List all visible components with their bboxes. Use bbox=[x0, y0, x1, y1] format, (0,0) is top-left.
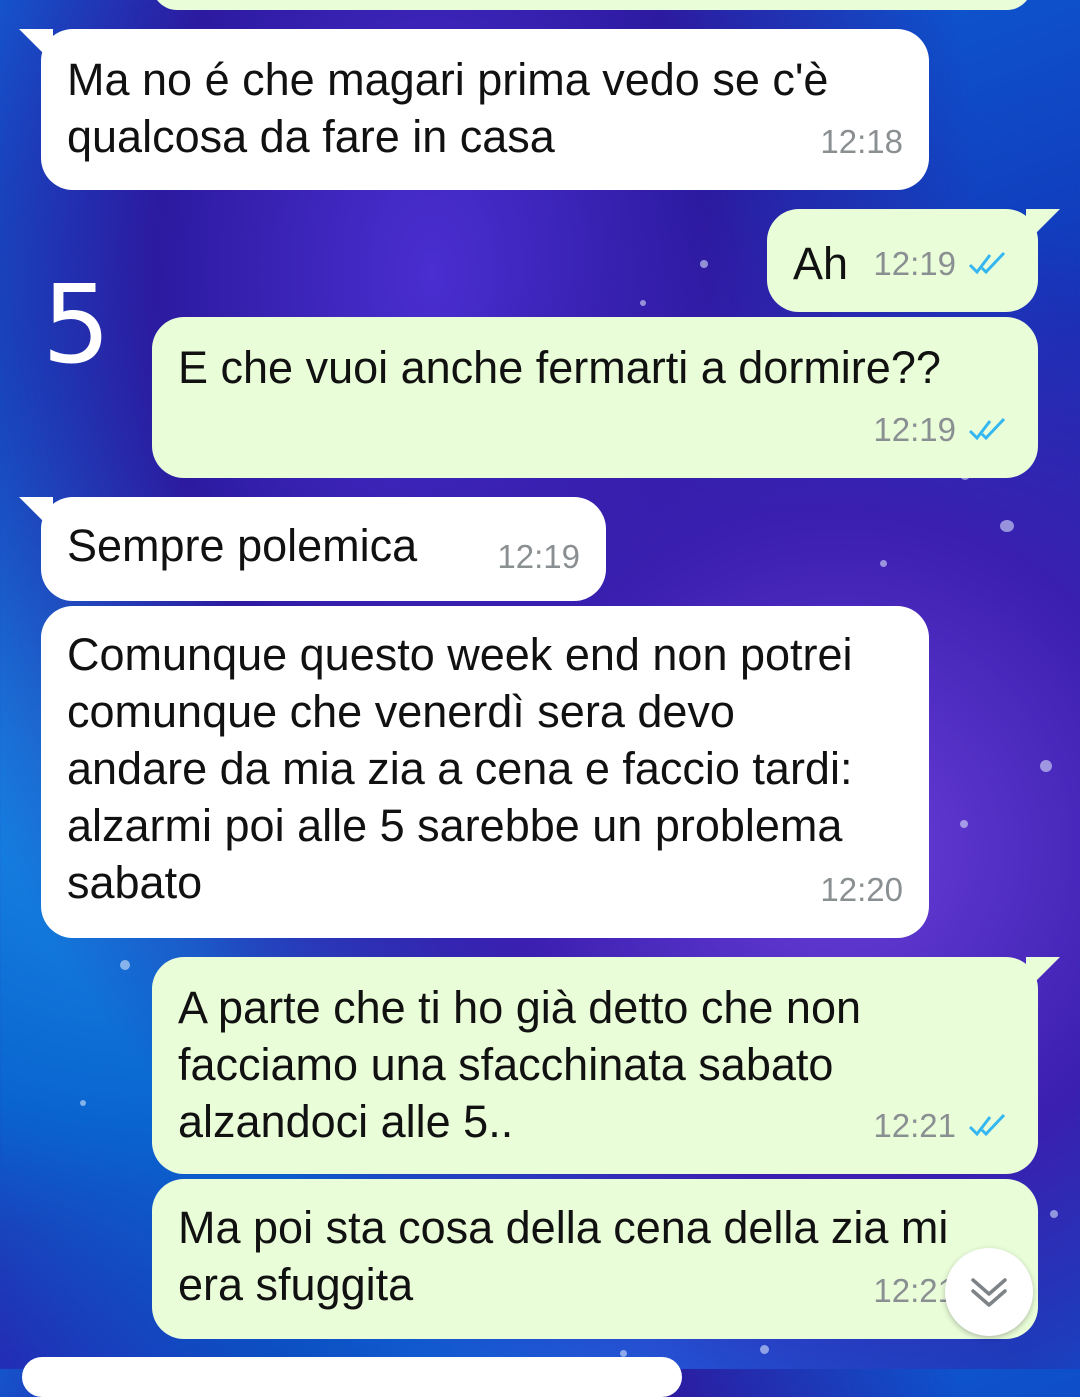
message-bubble-partial[interactable] bbox=[22, 1357, 682, 1397]
message-meta: 12:19 bbox=[873, 235, 1012, 292]
message-text: Ma no é che magari prima vedo se c'è qua… bbox=[67, 54, 829, 162]
double-check-icon bbox=[968, 251, 1006, 274]
message-meta: 12:20 bbox=[820, 861, 903, 918]
message-bubble-incoming[interactable]: Ma no é che magari prima vedo se c'è qua… bbox=[19, 29, 929, 190]
message-time: 12:19 bbox=[873, 411, 956, 448]
message-bubble-outgoing[interactable]: E che vuoi anche fermarti a dormire?? 12… bbox=[152, 317, 1038, 478]
message-bubble-incoming[interactable]: Comunque questo week end non potrei comu… bbox=[41, 606, 929, 938]
message-bubble-partial[interactable] bbox=[152, 0, 1032, 10]
message-text: E che vuoi anche fermarti a dormire?? bbox=[178, 342, 941, 393]
message-time: 12:19 bbox=[873, 245, 956, 282]
message-time: 12:21 bbox=[873, 1272, 956, 1309]
message-meta: 12:19 bbox=[873, 401, 1012, 458]
message-meta: 12:21 bbox=[873, 1097, 1012, 1154]
message-bubble-outgoing[interactable]: Ma poi sta cosa della cena della zia mi … bbox=[152, 1179, 1038, 1339]
message-time: 12:18 bbox=[820, 123, 903, 160]
scroll-to-bottom-button[interactable] bbox=[945, 1248, 1033, 1336]
message-meta: 12:19 bbox=[497, 528, 580, 585]
message-time: 12:20 bbox=[820, 871, 903, 908]
message-time: 12:21 bbox=[873, 1107, 956, 1144]
message-bubble-incoming[interactable]: Sempre polemica 12:19 bbox=[19, 497, 606, 601]
message-time: 12:19 bbox=[497, 538, 580, 575]
message-text: Comunque questo week end non potrei comu… bbox=[67, 629, 853, 908]
double-check-icon bbox=[968, 1113, 1006, 1136]
message-bubble-outgoing[interactable]: A parte che ti ho già detto che non facc… bbox=[152, 957, 1060, 1174]
overlay-number: 5 bbox=[42, 263, 111, 388]
message-bubble-outgoing[interactable]: Ah 12:19 bbox=[767, 209, 1060, 312]
chevron-down-double-icon bbox=[971, 1278, 1007, 1307]
message-meta: 12:18 bbox=[820, 113, 903, 170]
double-check-icon bbox=[968, 417, 1006, 440]
